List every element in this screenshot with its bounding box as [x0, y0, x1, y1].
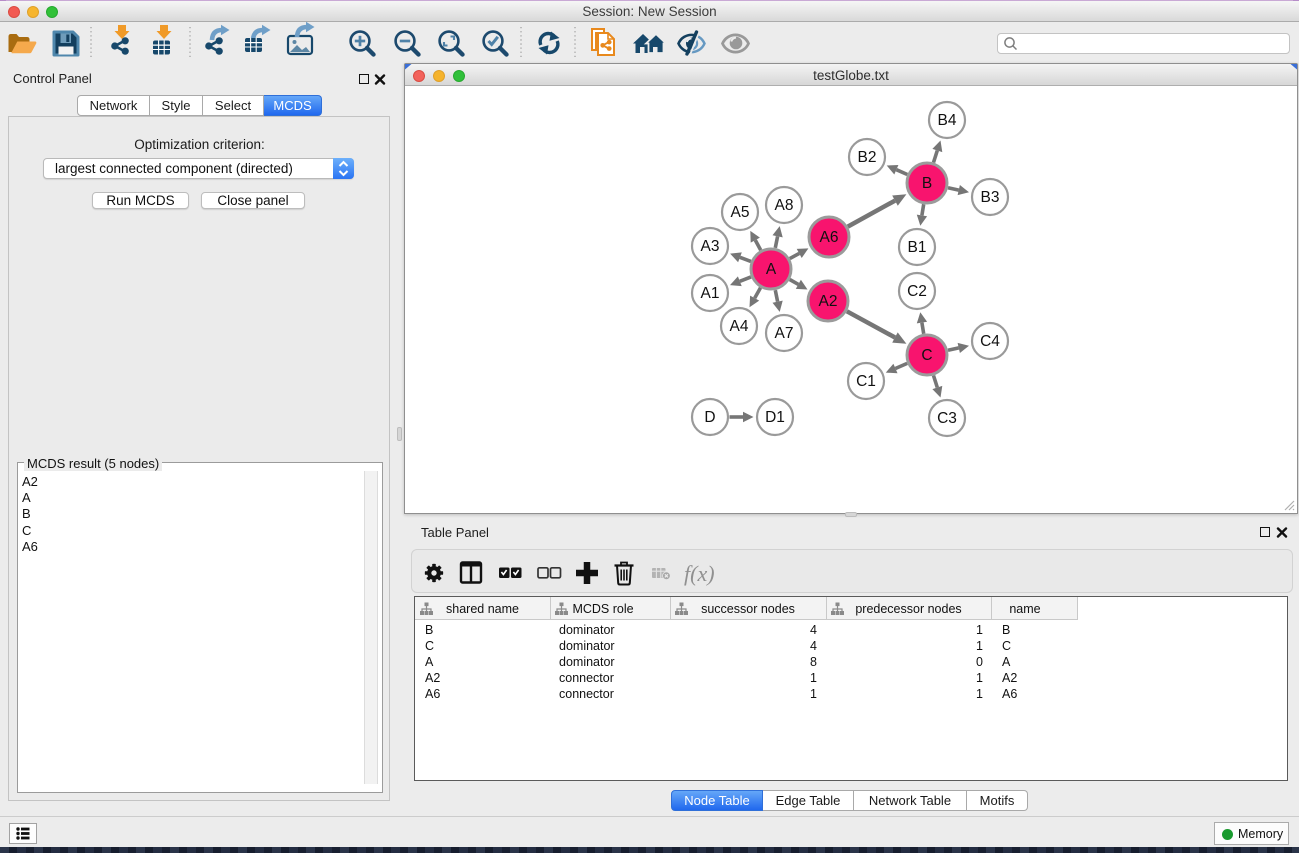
svg-text:A: A — [766, 261, 777, 278]
svg-text:B: B — [922, 175, 932, 192]
svg-text:A8: A8 — [775, 197, 794, 214]
svg-text:A7: A7 — [775, 325, 794, 342]
svg-text:A3: A3 — [701, 238, 720, 255]
svg-text:C3: C3 — [937, 410, 957, 427]
svg-text:C4: C4 — [980, 333, 1000, 350]
svg-text:B4: B4 — [938, 112, 957, 129]
svg-text:A2: A2 — [819, 293, 838, 310]
svg-text:D: D — [704, 409, 715, 426]
svg-text:C: C — [921, 347, 932, 364]
svg-text:C2: C2 — [907, 283, 927, 300]
svg-text:D1: D1 — [765, 409, 785, 426]
svg-text:f(x): f(x) — [684, 561, 715, 586]
svg-text:A1: A1 — [701, 285, 720, 302]
svg-text:C1: C1 — [856, 373, 876, 390]
svg-text:A4: A4 — [730, 318, 749, 335]
svg-text:A6: A6 — [820, 229, 839, 246]
svg-text:B3: B3 — [981, 189, 1000, 206]
svg-text:A5: A5 — [731, 204, 750, 221]
svg-text:B2: B2 — [858, 149, 877, 166]
svg-text:B1: B1 — [908, 239, 927, 256]
